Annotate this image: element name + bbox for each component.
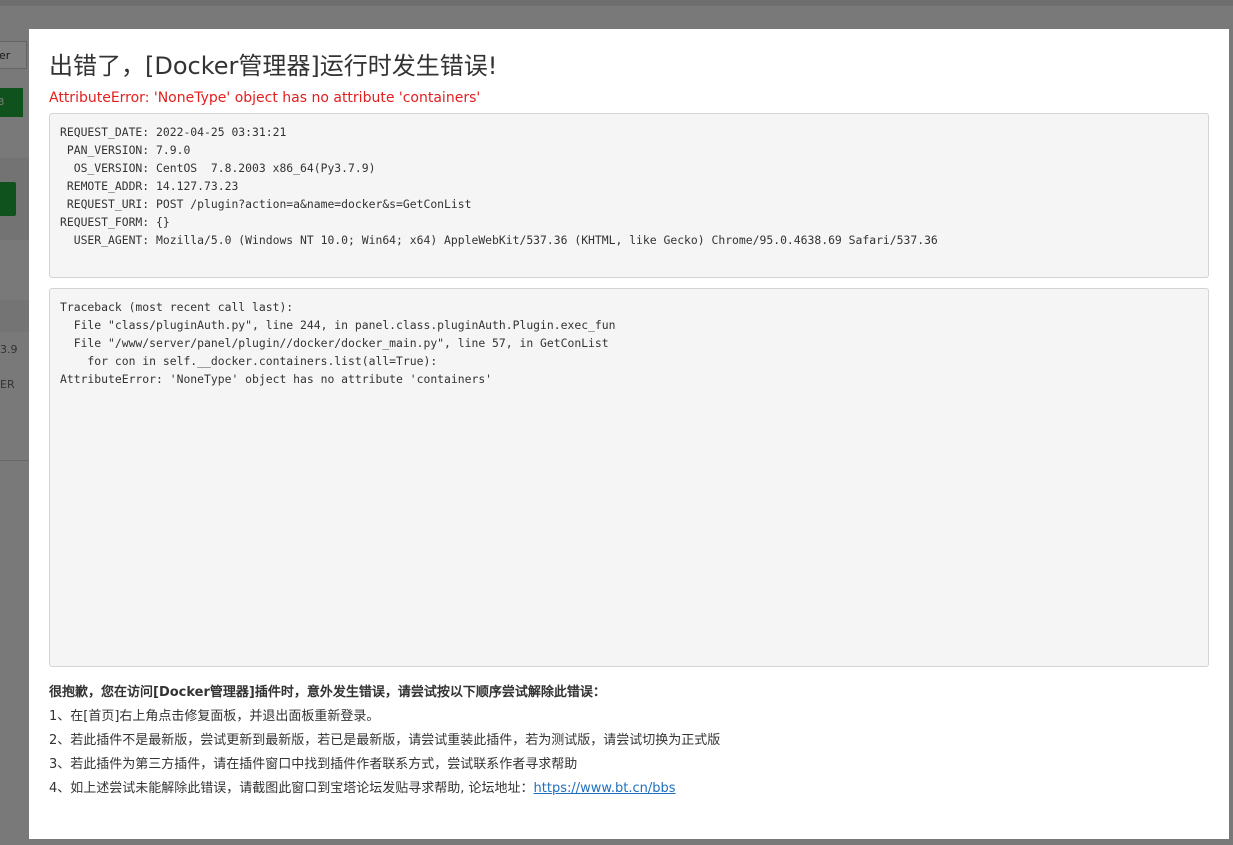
forum-link[interactable]: https://www.bt.cn/bbs bbox=[534, 781, 676, 796]
traceback-line: for con in self.__docker.containers.list… bbox=[60, 354, 438, 368]
request-info-line: REMOTE_ADDR: 14.127.73.23 bbox=[60, 179, 239, 193]
help-section: 很抱歉，您在访问[Docker管理器]插件时，意外发生错误，请尝试按以下顺序尝试… bbox=[49, 681, 1209, 801]
traceback-line: Traceback (most recent call last): bbox=[60, 300, 294, 314]
traceback-line: AttributeError: 'NoneType' object has no… bbox=[60, 372, 493, 386]
request-info-line: PAN_VERSION: 7.9.0 bbox=[60, 143, 191, 157]
help-step: 3、若此插件为第三方插件，请在插件窗口中找到插件作者联系方式，尝试联系作者寻求帮… bbox=[49, 757, 578, 772]
help-step-text: 4、如上述尝试未能解除此错误，请截图此窗口到宝塔论坛发贴寻求帮助, 论坛地址： bbox=[49, 781, 534, 796]
traceback-line: File "class/pluginAuth.py", line 244, in… bbox=[60, 318, 616, 332]
help-title: 很抱歉，您在访问[Docker管理器]插件时，意外发生错误，请尝试按以下顺序尝试… bbox=[49, 685, 606, 700]
traceback-line: File "/www/server/panel/plugin//docker/d… bbox=[60, 336, 609, 350]
request-info-line: REQUEST_FORM: {} bbox=[60, 215, 170, 229]
request-info-line: REQUEST_DATE: 2022-04-25 03:31:21 bbox=[60, 125, 287, 139]
dialog-title: 出错了，[Docker管理器]运行时发生错误! bbox=[49, 52, 498, 80]
request-info-line: REQUEST_URI: POST /plugin?action=a&name=… bbox=[60, 197, 472, 211]
help-step: 2、若此插件不是最新版，尝试更新到最新版，若已是最新版，请尝试重装此插件，若为测… bbox=[49, 733, 721, 748]
request-info-line: USER_AGENT: Mozilla/5.0 (Windows NT 10.0… bbox=[60, 233, 938, 247]
request-info-box: REQUEST_DATE: 2022-04-25 03:31:21 PAN_VE… bbox=[49, 113, 1209, 278]
error-message: AttributeError: 'NoneType' object has no… bbox=[49, 90, 481, 106]
error-dialog: 出错了，[Docker管理器]运行时发生错误! AttributeError: … bbox=[29, 29, 1229, 839]
request-info-line: OS_VERSION: CentOS 7.8.2003 x86_64(Py3.7… bbox=[60, 161, 376, 175]
help-step: 4、如上述尝试未能解除此错误，请截图此窗口到宝塔论坛发贴寻求帮助, 论坛地址：h… bbox=[49, 777, 1209, 801]
traceback-box: Traceback (most recent call last): File … bbox=[49, 288, 1209, 667]
help-step: 1、在[首页]右上角点击修复面板，并退出面板重新登录。 bbox=[49, 709, 380, 724]
